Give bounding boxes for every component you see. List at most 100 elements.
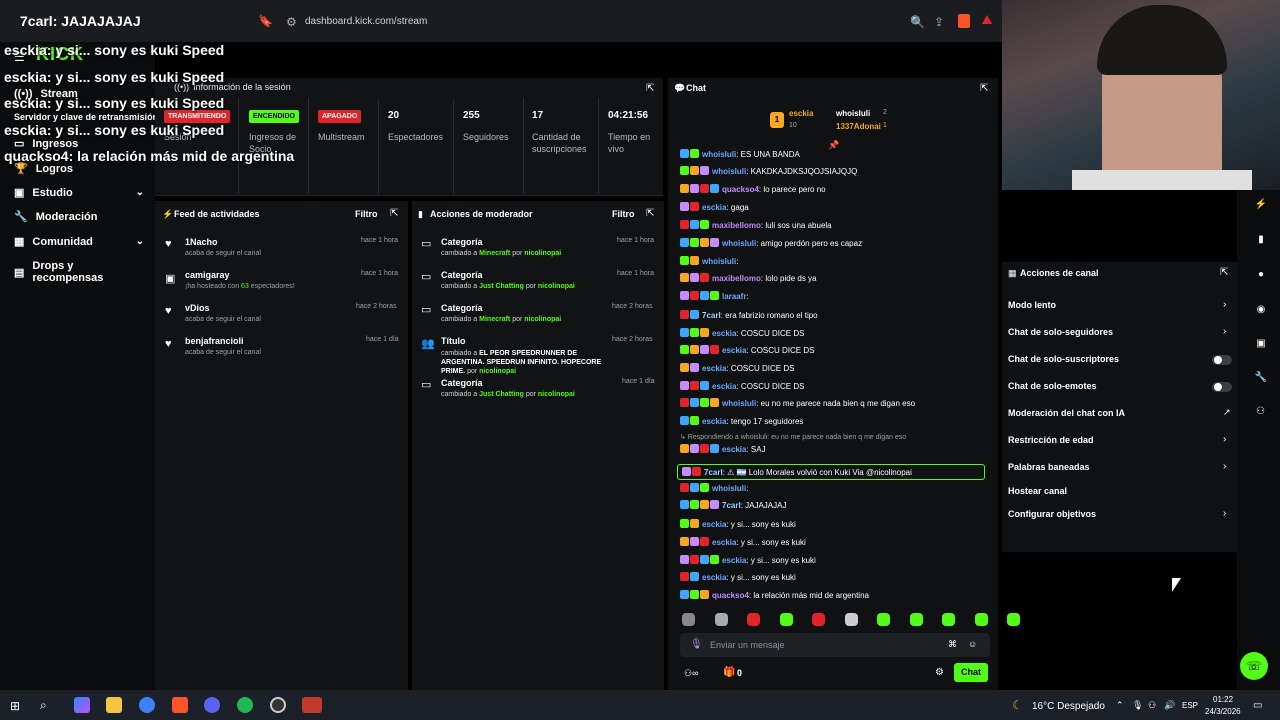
chat-username[interactable]: maxibellomo: [712, 274, 761, 283]
group-icon[interactable]: ⚇: [1256, 406, 1265, 417]
chat-message[interactable]: esckia: y si... sony es kuki: [680, 555, 816, 565]
chat-username[interactable]: 7carl: [722, 501, 741, 510]
chat-username[interactable]: whoisluli: [722, 239, 756, 248]
emote-icon[interactable]: [779, 613, 793, 626]
filter-button[interactable]: Filtro: [612, 209, 635, 219]
search-icon[interactable]: 🔍: [910, 15, 925, 29]
chat-message[interactable]: esckia: COSCU DICE DS: [680, 381, 804, 391]
sidebar-item-studio[interactable]: ▣ Estudio ⌄: [14, 186, 144, 200]
windows-start-icon[interactable]: ⊞: [10, 699, 20, 713]
chat-message[interactable]: maxibellomo: lolo pide ds ya: [680, 273, 817, 283]
bookmark-icon[interactable]: 🔖: [258, 14, 273, 28]
chat-message[interactable]: maxibellomo: luli sos una abuela: [680, 220, 832, 230]
wrench-icon[interactable]: 🔧: [1252, 369, 1270, 387]
channel-action-age-restriction[interactable]: Restricción de edad: [1008, 435, 1094, 445]
browser-icon[interactable]: [139, 697, 155, 713]
chat-username[interactable]: whoisluli: [722, 399, 756, 408]
clock-time[interactable]: 01:22: [1213, 695, 1233, 704]
chat-message[interactable]: esckia: y si... sony es kuki: [680, 519, 796, 529]
feed-item-name[interactable]: benjafrancioli: [185, 336, 244, 346]
gift-icon[interactable]: 🎁: [723, 667, 735, 678]
channel-action-host[interactable]: Hostear canal: [1008, 486, 1067, 496]
emote-icon[interactable]: [909, 613, 923, 626]
emote-icon[interactable]: [1007, 613, 1020, 626]
chat-username[interactable]: whoisluli: [712, 167, 746, 176]
volume-icon[interactable]: 🔊: [1164, 700, 1175, 711]
feed-item-name[interactable]: 1Nacho: [185, 237, 218, 247]
chat-message[interactable]: laraafr:: [680, 291, 749, 301]
emote-icon[interactable]: [844, 613, 858, 626]
chat-message[interactable]: esckia: COSCU DICE DS: [680, 363, 794, 373]
filter-button[interactable]: Filtro: [355, 209, 378, 219]
channel-action-ai-moderation[interactable]: Moderación del chat con IA: [1008, 408, 1125, 418]
file-explorer-icon[interactable]: [106, 697, 122, 713]
channel-action-slow-mode[interactable]: Modo lento: [1008, 300, 1056, 310]
emotes-only-toggle[interactable]: [1212, 382, 1232, 392]
notification-icon[interactable]: ▭: [1253, 700, 1262, 711]
chat-message[interactable]: esckia: tengo 17 seguidores: [680, 416, 803, 426]
emote-icon[interactable]: [714, 613, 728, 626]
pin-icon[interactable]: 📌: [828, 140, 839, 151]
chat-message[interactable]: whoisluli: ES UNA BANDA: [680, 149, 800, 159]
chat-message[interactable]: esckia: y si... sony es kuki: [680, 572, 796, 582]
chat-username[interactable]: esckia: [712, 329, 736, 338]
chat-username[interactable]: whoisluli: [702, 150, 736, 159]
chat-message[interactable]: whoisluli: KAKDKAJDKSJQOJSIAJQJQ: [680, 166, 857, 176]
spotify-icon[interactable]: [237, 697, 253, 713]
chat-message[interactable]: 7carl: era fabrizio romano el tipo: [680, 310, 818, 320]
obs-icon[interactable]: [270, 697, 286, 713]
expand-icon[interactable]: ⇱: [646, 208, 654, 219]
browser-tab-title[interactable]: 7carl: JAJAJAJAJ: [20, 13, 141, 29]
chat-message[interactable]: ↳ Respondiendo a whoisluli: eu no me par…: [680, 433, 906, 441]
chat-username[interactable]: quackso4: [712, 591, 749, 600]
chat-username[interactable]: 7carl: [702, 311, 721, 320]
chat-username[interactable]: esckia: [702, 417, 726, 426]
subs-only-toggle[interactable]: [1212, 355, 1232, 365]
chat-message[interactable]: whoisluli: amigo perdón pero es capaz: [680, 238, 862, 248]
search-icon[interactable]: ⌕: [40, 698, 47, 713]
sidebar-item-drops[interactable]: ▤ Drops y recompensas: [14, 260, 144, 284]
emote-icon[interactable]: [747, 613, 760, 626]
panel-icon[interactable]: ▣: [1252, 335, 1270, 353]
copilot-icon[interactable]: [74, 697, 90, 713]
chat-message[interactable]: esckia: gaga: [680, 202, 749, 212]
share-icon[interactable]: ⇪: [934, 15, 944, 29]
channel-action-emotes-only[interactable]: Chat de solo-emotes: [1008, 381, 1097, 391]
chat-username[interactable]: laraafr: [722, 292, 746, 301]
send-chat-button[interactable]: Chat: [954, 663, 988, 682]
network-icon[interactable]: ⚇: [1148, 700, 1156, 711]
chat-username[interactable]: esckia: [702, 573, 726, 582]
chat-username[interactable]: maxibellomo: [712, 221, 761, 230]
chat-username[interactable]: whoisluli: [712, 484, 746, 493]
chat-message[interactable]: esckia: COSCU DICE DS: [680, 328, 804, 338]
chat-username[interactable]: quackso4: [722, 185, 759, 194]
chat-message[interactable]: whoisluli: eu no me parece nada bien q m…: [680, 398, 915, 408]
chat-username[interactable]: whoisluli: [702, 257, 736, 266]
chat-username[interactable]: esckia: [702, 364, 726, 373]
chat-message[interactable]: 7carl: JAJAJAJAJ: [680, 500, 786, 510]
sidebar-item-stream-key[interactable]: Servidor y clave de retransmisión: [14, 112, 158, 122]
chat-username[interactable]: esckia: [702, 520, 726, 529]
expand-icon[interactable]: ⇱: [646, 83, 654, 94]
language-indicator[interactable]: ESP: [1182, 701, 1198, 710]
microphone-icon[interactable]: 🎙: [690, 639, 703, 650]
chat-input-placeholder[interactable]: Enviar un mensaje: [710, 640, 785, 650]
broadcast-icon[interactable]: ◉: [1252, 301, 1270, 319]
feed-item-name[interactable]: vDios: [185, 303, 210, 313]
channel-action-followers-only[interactable]: Chat de solo-seguidores: [1008, 327, 1113, 337]
channel-action-subs-only[interactable]: Chat de solo-suscriptores: [1008, 354, 1119, 364]
chat-bubble-icon[interactable]: ●: [1252, 266, 1270, 284]
channel-action-banned-words[interactable]: Palabras baneadas: [1008, 462, 1090, 472]
chat-message[interactable]: esckia: COSCU DICE DS: [680, 345, 814, 355]
support-icon[interactable]: ☏: [1240, 652, 1268, 680]
emote-icon[interactable]: [812, 613, 825, 626]
command-icon[interactable]: ⌘: [948, 639, 957, 650]
chat-username[interactable]: esckia: [712, 382, 736, 391]
gear-icon[interactable]: ⚙: [935, 667, 944, 678]
chat-users-icon[interactable]: ⚇∞: [684, 668, 698, 679]
app-icon[interactable]: [302, 697, 322, 713]
top-gifter-name[interactable]: whoisluli: [836, 109, 870, 118]
list-icon[interactable]: ▮: [1252, 231, 1270, 249]
feed-item-name[interactable]: camigaray: [185, 270, 230, 280]
chat-message[interactable]: whoisluli:: [680, 483, 748, 493]
